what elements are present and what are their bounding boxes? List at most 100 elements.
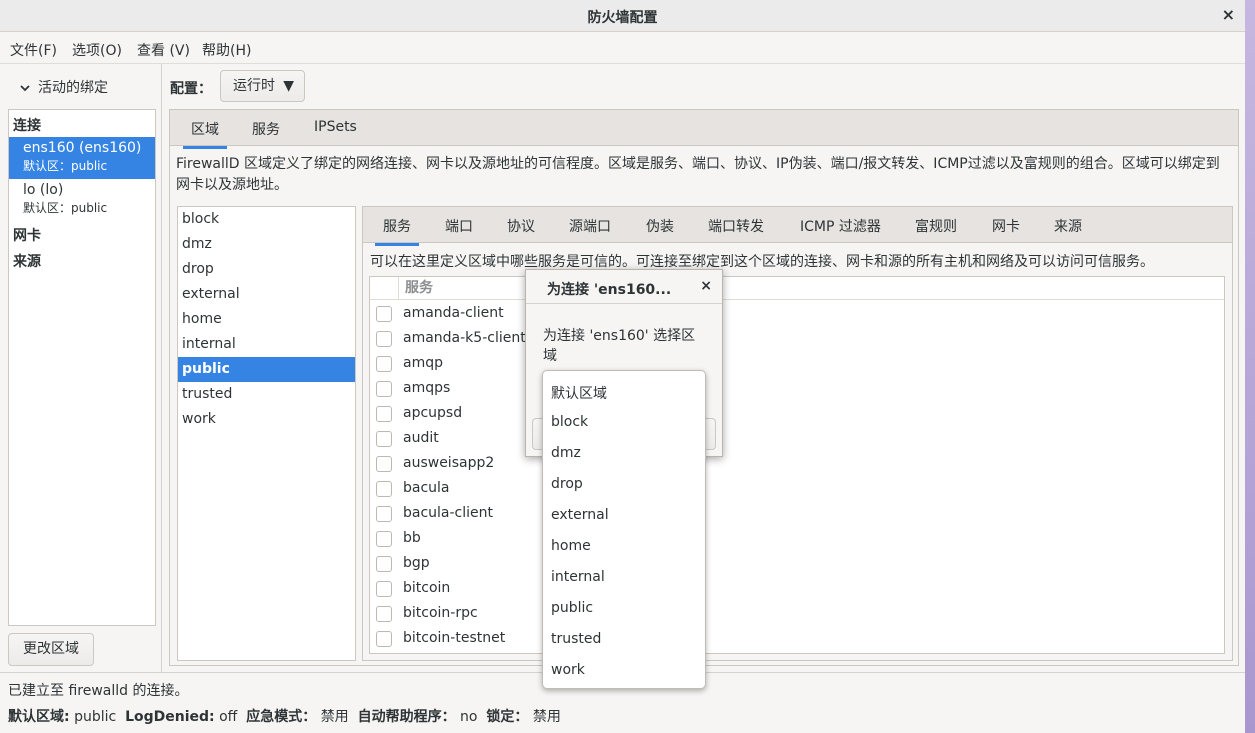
service-checkbox[interactable] — [376, 506, 392, 522]
service-name: amqp — [403, 355, 443, 371]
zone-settings-notebook: 服务 端口 协议 源端口 伪装 端口转发 ICMP 过滤器 富规则 网卡 来源 … — [362, 206, 1233, 661]
service-checkbox[interactable] — [376, 531, 392, 547]
change-zone-button[interactable]: 更改区域 — [8, 633, 94, 666]
zone-item-public[interactable]: public — [178, 357, 355, 382]
lockdown-value: 禁用 — [532, 709, 561, 725]
service-name: audit — [403, 430, 439, 446]
zone-option-dmz[interactable]: dmz — [551, 445, 581, 461]
zone-item-external[interactable]: external — [178, 282, 355, 307]
service-row: amanda-k5-client — [370, 327, 1224, 352]
tab-interfaces[interactable]: 网卡 — [992, 216, 1020, 236]
service-row: bacula-client — [370, 502, 1224, 527]
tab-services[interactable]: 服务 — [252, 119, 280, 139]
services-description: 可以在这里定义区域中哪些服务是可信的。可连接至绑定到这个区域的连接、网卡和源的所… — [370, 254, 1154, 270]
services-column-header[interactable]: 服务 — [398, 277, 433, 300]
category-nic[interactable]: 网卡 — [13, 225, 41, 245]
title-bar: 防火墙配置 × — [0, 0, 1245, 32]
config-select[interactable]: 运行时 ▼ — [220, 70, 305, 102]
auto-helper-label: 自动帮助程序： — [357, 709, 456, 725]
menu-options[interactable]: 选项(O) — [72, 40, 122, 60]
tab-ipsets[interactable]: IPSets — [314, 119, 357, 135]
dialog-title: 为连接 'ens160... — [547, 282, 672, 298]
connection-status: 已建立至 firewalld 的连接。 — [8, 683, 189, 699]
active-bindings-toggle[interactable]: 活动的绑定 — [20, 77, 108, 97]
zone-option-trusted[interactable]: trusted — [551, 631, 601, 647]
service-row: bgp — [370, 552, 1224, 577]
zone-item-block[interactable]: block — [178, 207, 355, 232]
connection-lo[interactable]: lo (lo) 默认区：public — [9, 179, 155, 221]
service-row: ausweisapp2 — [370, 452, 1224, 477]
service-name: ausweisapp2 — [403, 455, 495, 471]
zone-option-home[interactable]: home — [551, 538, 591, 554]
dialog-close-icon[interactable]: × — [700, 278, 712, 294]
services-table: 服务 amanda-client amanda-k5-client amqp a… — [369, 276, 1225, 654]
dropdown-arrow-icon: ▼ — [283, 78, 294, 94]
connection-ens160[interactable]: ens160 (ens160) 默认区：public — [9, 137, 155, 179]
lockdown-label: 锁定： — [486, 709, 529, 725]
service-row: apcupsd — [370, 402, 1224, 427]
active-bindings-panel: 活动的绑定 连接 ens160 (ens160) 默认区：public lo (… — [0, 64, 162, 672]
window-close-icon[interactable]: × — [1222, 5, 1235, 24]
service-checkbox[interactable] — [376, 581, 392, 597]
window-title: 防火墙配置 — [587, 10, 658, 26]
service-checkbox[interactable] — [376, 331, 392, 347]
menu-view[interactable]: 查看 (V) — [137, 40, 190, 60]
zone-option-default[interactable]: 默认区域 — [551, 383, 607, 403]
service-checkbox[interactable] — [376, 406, 392, 422]
zone-option-external[interactable]: external — [551, 507, 609, 523]
zone-item-trusted[interactable]: trusted — [178, 382, 355, 407]
service-row: amqps — [370, 377, 1224, 402]
zone-option-internal[interactable]: internal — [551, 569, 605, 585]
service-checkbox[interactable] — [376, 481, 392, 497]
service-checkbox[interactable] — [376, 631, 392, 647]
bindings-list: 连接 ens160 (ens160) 默认区：public lo (lo) 默认… — [8, 109, 156, 626]
tab-port-forwarding[interactable]: 端口转发 — [708, 216, 764, 236]
zone-option-block[interactable]: block — [551, 414, 588, 430]
service-checkbox[interactable] — [376, 381, 392, 397]
tab-protocols[interactable]: 协议 — [507, 216, 535, 236]
tab-icmp-filter[interactable]: ICMP 过滤器 — [800, 216, 881, 236]
service-checkbox[interactable] — [376, 456, 392, 472]
connection-zone: 默认区：public — [23, 159, 108, 173]
zone-option-drop[interactable]: drop — [551, 476, 583, 492]
menu-help[interactable]: 帮助(H) — [202, 40, 251, 60]
service-checkbox[interactable] — [376, 556, 392, 572]
service-name: bacula-client — [403, 505, 494, 521]
zone-item-internal[interactable]: internal — [178, 332, 355, 357]
zone-item-drop[interactable]: drop — [178, 257, 355, 282]
service-row: audit — [370, 427, 1224, 452]
zone-option-work[interactable]: work — [551, 662, 585, 678]
tab-masquerade[interactable]: 伪装 — [646, 216, 674, 236]
zone-item-work[interactable]: work — [178, 407, 355, 432]
service-checkbox[interactable] — [376, 606, 392, 622]
zone-option-public[interactable]: public — [551, 600, 593, 616]
service-name: bitcoin-rpc — [403, 605, 478, 621]
tab-zones[interactable]: 区域 — [183, 119, 227, 149]
tab-sources[interactable]: 来源 — [1054, 216, 1082, 236]
service-checkbox[interactable] — [376, 431, 392, 447]
service-row: bacula — [370, 477, 1224, 502]
connection-name: ens160 (ens160) — [23, 140, 142, 156]
tab-zone-services[interactable]: 服务 — [375, 216, 419, 246]
default-zone-label: 默认区域: — [8, 709, 70, 725]
category-sources[interactable]: 来源 — [13, 251, 41, 271]
service-checkbox[interactable] — [376, 306, 392, 322]
dialog-header: 为连接 'ens160... × — [526, 270, 722, 304]
service-name: bb — [403, 530, 421, 546]
menu-file[interactable]: 文件(F) — [10, 40, 57, 60]
zone-item-dmz[interactable]: dmz — [178, 232, 355, 257]
config-label: 配置： — [170, 81, 212, 97]
logdenied-value: off — [219, 709, 238, 725]
zone-description: FirewallD 区域定义了绑定的网络连接、网卡以及源地址的可信程度。区域是服… — [176, 156, 1220, 193]
service-name: bitcoin — [403, 580, 451, 596]
zone-item-home[interactable]: home — [178, 307, 355, 332]
firewall-config-window: 防火墙配置 × 文件(F) 选项(O) 查看 (V) 帮助(H) 活动的绑定 连… — [0, 0, 1245, 733]
service-checkbox[interactable] — [376, 356, 392, 372]
panic-mode-label: 应急模式： — [246, 709, 317, 725]
tab-source-ports[interactable]: 源端口 — [569, 216, 611, 236]
service-name: apcupsd — [403, 405, 463, 421]
tab-ports[interactable]: 端口 — [445, 216, 473, 236]
zone-tabs: 服务 端口 协议 源端口 伪装 端口转发 ICMP 过滤器 富规则 网卡 来源 — [363, 207, 1232, 246]
config-value: 运行时 — [233, 78, 275, 94]
tab-rich-rules[interactable]: 富规则 — [915, 216, 957, 236]
